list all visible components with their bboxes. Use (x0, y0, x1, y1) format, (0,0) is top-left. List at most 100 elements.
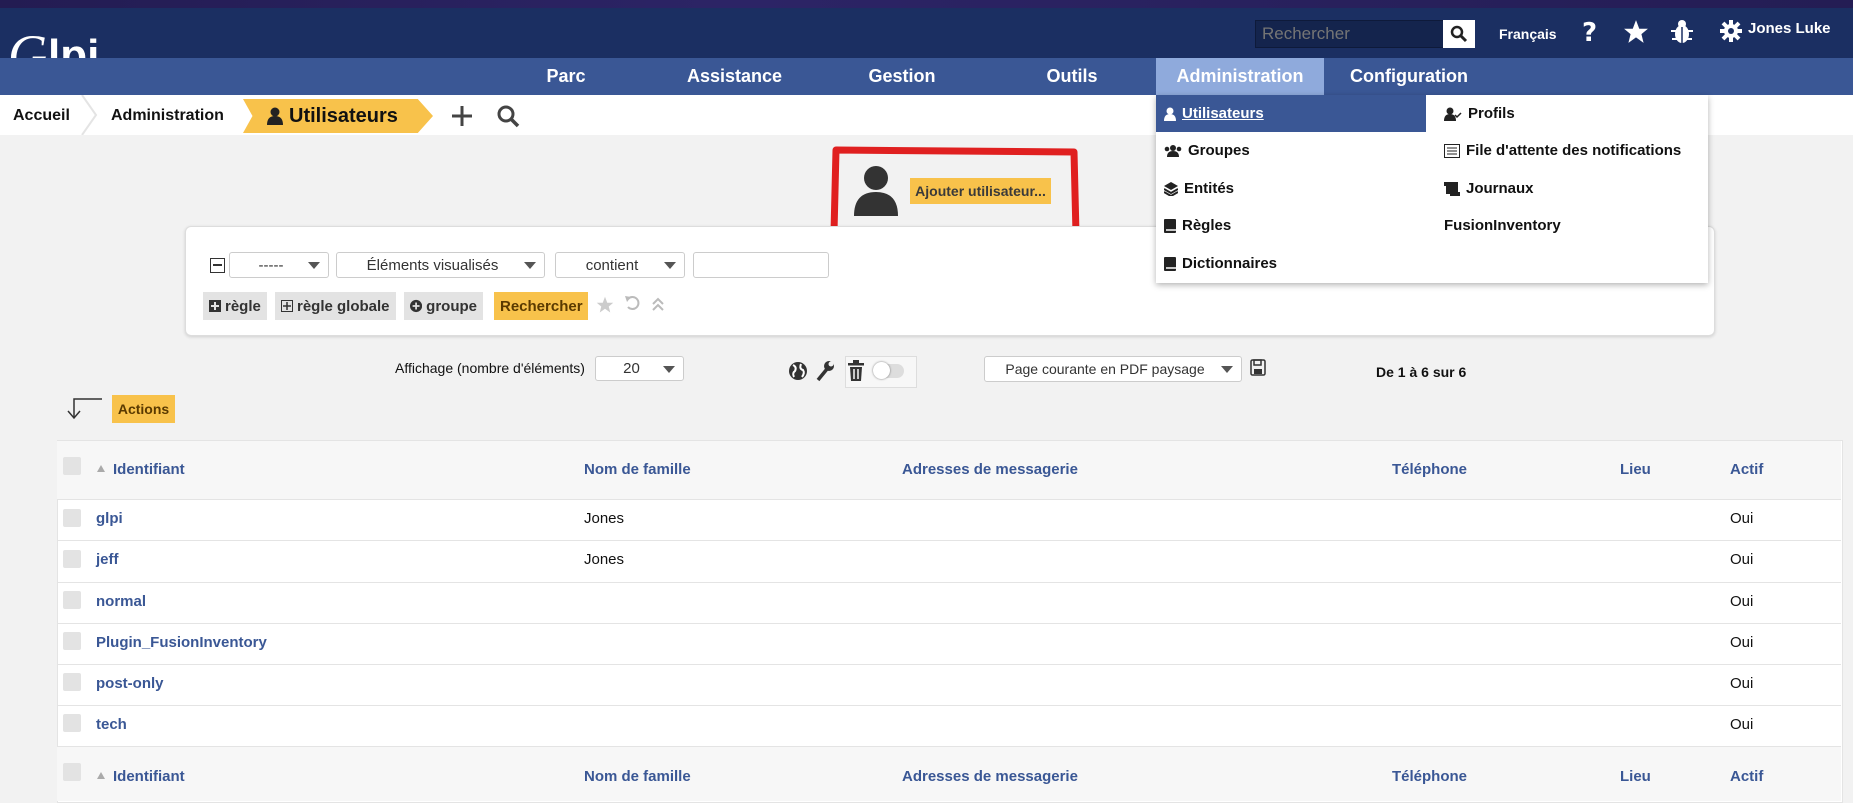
row-nom-de-famille: Jones (584, 510, 625, 527)
language-link[interactable]: Français (1499, 26, 1557, 42)
search-submit-label: Rechercher (500, 297, 583, 315)
search-submit-button[interactable]: Rechercher (494, 292, 588, 320)
add-group-label: groupe (426, 297, 477, 315)
nav-outils[interactable]: Outils (1024, 58, 1120, 95)
layers-icon (1164, 181, 1178, 196)
users-icon (1164, 144, 1182, 157)
criteria-select-value: Éléments visualisés (366, 256, 499, 274)
user-icon (1164, 107, 1176, 121)
row-identifiant[interactable]: jeff (96, 551, 119, 568)
breadcrumb-administration[interactable]: Administration (111, 99, 224, 133)
row-identifiant[interactable]: glpi (96, 510, 123, 527)
breadcrumb-utilisateurs[interactable]: Utilisateurs (243, 99, 433, 133)
row-actif: Oui (1730, 593, 1754, 610)
result-count: De 1 à 6 sur 6 (1376, 364, 1467, 380)
row-identifiant[interactable]: normal (96, 593, 146, 610)
nav-gestion[interactable]: Gestion (852, 58, 952, 95)
footer-telephone[interactable]: Téléphone (1392, 768, 1467, 785)
bug-icon[interactable] (1668, 18, 1696, 46)
book-icon (1164, 218, 1176, 233)
header-lieu[interactable]: Lieu (1620, 461, 1651, 478)
menu-item-utilisateurs[interactable]: Utilisateurs (1156, 95, 1426, 132)
gear-icon[interactable] (1718, 18, 1744, 44)
menu-item-regles[interactable]: Règles (1164, 207, 1231, 244)
collapse-criteria-icon[interactable] (210, 258, 225, 273)
menu-item-dictionnaires-label: Dictionnaires (1182, 255, 1278, 272)
row-divider (57, 664, 1841, 665)
row-identifiant[interactable]: post-only (96, 675, 164, 692)
actions-button[interactable]: Actions (112, 395, 175, 423)
breadcrumb-active-label: Utilisateurs (289, 104, 398, 127)
menu-item-groupes[interactable]: Groupes (1164, 132, 1250, 169)
field-select-value: ----- (258, 256, 284, 274)
row-checkbox[interactable] (63, 509, 81, 527)
add-user-icon[interactable] (852, 164, 900, 216)
book-icon (1164, 256, 1176, 271)
reset-icon[interactable] (624, 294, 642, 312)
add-global-rule-button[interactable]: règle globale (275, 292, 396, 320)
operator-select[interactable]: contient (555, 252, 685, 278)
trash-icon[interactable] (847, 360, 865, 382)
save-search-star-icon[interactable] (596, 296, 614, 314)
add-icon[interactable] (450, 104, 474, 128)
footer-actif[interactable]: Actif (1730, 768, 1763, 785)
user-name[interactable]: Jones Luke (1748, 20, 1831, 37)
deleted-items-toggle[interactable] (873, 362, 904, 379)
nav-parc[interactable]: Parc (520, 58, 612, 95)
header-nom-de-famille[interactable]: Nom de famille (584, 461, 691, 478)
header-actif[interactable]: Actif (1730, 461, 1763, 478)
row-nom-de-famille: Jones (584, 551, 625, 568)
row-actif: Oui (1730, 634, 1754, 651)
star-icon[interactable] (1622, 18, 1650, 46)
select-all-checkbox[interactable] (63, 457, 81, 475)
nav-assistance[interactable]: Assistance (668, 58, 801, 95)
row-actif: Oui (1730, 675, 1754, 692)
help-icon[interactable]: ? (1578, 18, 1602, 46)
row-identifiant[interactable]: tech (96, 716, 127, 733)
footer-nom-de-famille[interactable]: Nom de famille (584, 768, 691, 785)
menu-item-utilisateurs-label: Utilisateurs (1182, 105, 1264, 122)
header-identifiant[interactable]: Identifiant (113, 461, 185, 478)
field-select[interactable]: ----- (229, 252, 329, 278)
footer-adresses-messagerie[interactable]: Adresses de messagerie (902, 768, 1078, 785)
save-export-icon[interactable] (1250, 359, 1266, 376)
menu-item-entites-label: Entités (1184, 180, 1235, 197)
row-checkbox[interactable] (63, 632, 81, 650)
menu-item-profils[interactable]: Profils (1444, 95, 1515, 132)
row-checkbox[interactable] (63, 591, 81, 609)
menu-item-notifications-queue[interactable]: File d'attente des notifications (1444, 132, 1681, 169)
global-search-input[interactable] (1255, 20, 1445, 48)
display-count-select[interactable]: 20 (595, 356, 684, 381)
plus-circle-icon (410, 299, 423, 313)
row-checkbox[interactable] (63, 550, 81, 568)
menu-item-journaux[interactable]: Journaux (1444, 170, 1534, 207)
row-checkbox[interactable] (63, 714, 81, 732)
add-user-button[interactable]: Ajouter utilisateur... (910, 178, 1051, 204)
search-list-icon[interactable] (496, 104, 520, 128)
menu-item-groupes-label: Groupes (1188, 142, 1250, 159)
add-group-button[interactable]: groupe (404, 292, 483, 320)
row-actif: Oui (1730, 510, 1754, 527)
criteria-select[interactable]: Éléments visualisés (336, 252, 545, 278)
row-identifiant[interactable]: Plugin_FusionInventory (96, 634, 267, 651)
select-all-checkbox-footer[interactable] (63, 763, 81, 781)
footer-lieu[interactable]: Lieu (1620, 768, 1651, 785)
menu-item-entites[interactable]: Entités (1164, 170, 1234, 207)
collapse-up-icon[interactable] (651, 296, 665, 312)
footer-identifiant[interactable]: Identifiant (113, 768, 185, 785)
header-telephone[interactable]: Téléphone (1392, 461, 1467, 478)
export-format-select[interactable]: Page courante en PDF paysage (984, 356, 1242, 382)
menu-item-dictionnaires[interactable]: Dictionnaires (1164, 245, 1277, 282)
criteria-value-input[interactable] (693, 252, 829, 278)
header-adresses-messagerie[interactable]: Adresses de messagerie (902, 461, 1078, 478)
add-rule-button[interactable]: règle (203, 292, 267, 320)
wrench-icon[interactable] (815, 360, 835, 382)
nav-configuration[interactable]: Configuration (1334, 58, 1484, 95)
menu-item-fusioninventory[interactable]: FusionInventory (1444, 207, 1561, 244)
breadcrumb-accueil[interactable]: Accueil (13, 99, 70, 133)
search-icon[interactable] (1443, 20, 1475, 48)
nav-administration[interactable]: Administration (1156, 58, 1324, 95)
row-checkbox[interactable] (63, 673, 81, 691)
globe-icon[interactable] (788, 361, 808, 381)
menu-item-profils-label: Profils (1468, 105, 1515, 122)
